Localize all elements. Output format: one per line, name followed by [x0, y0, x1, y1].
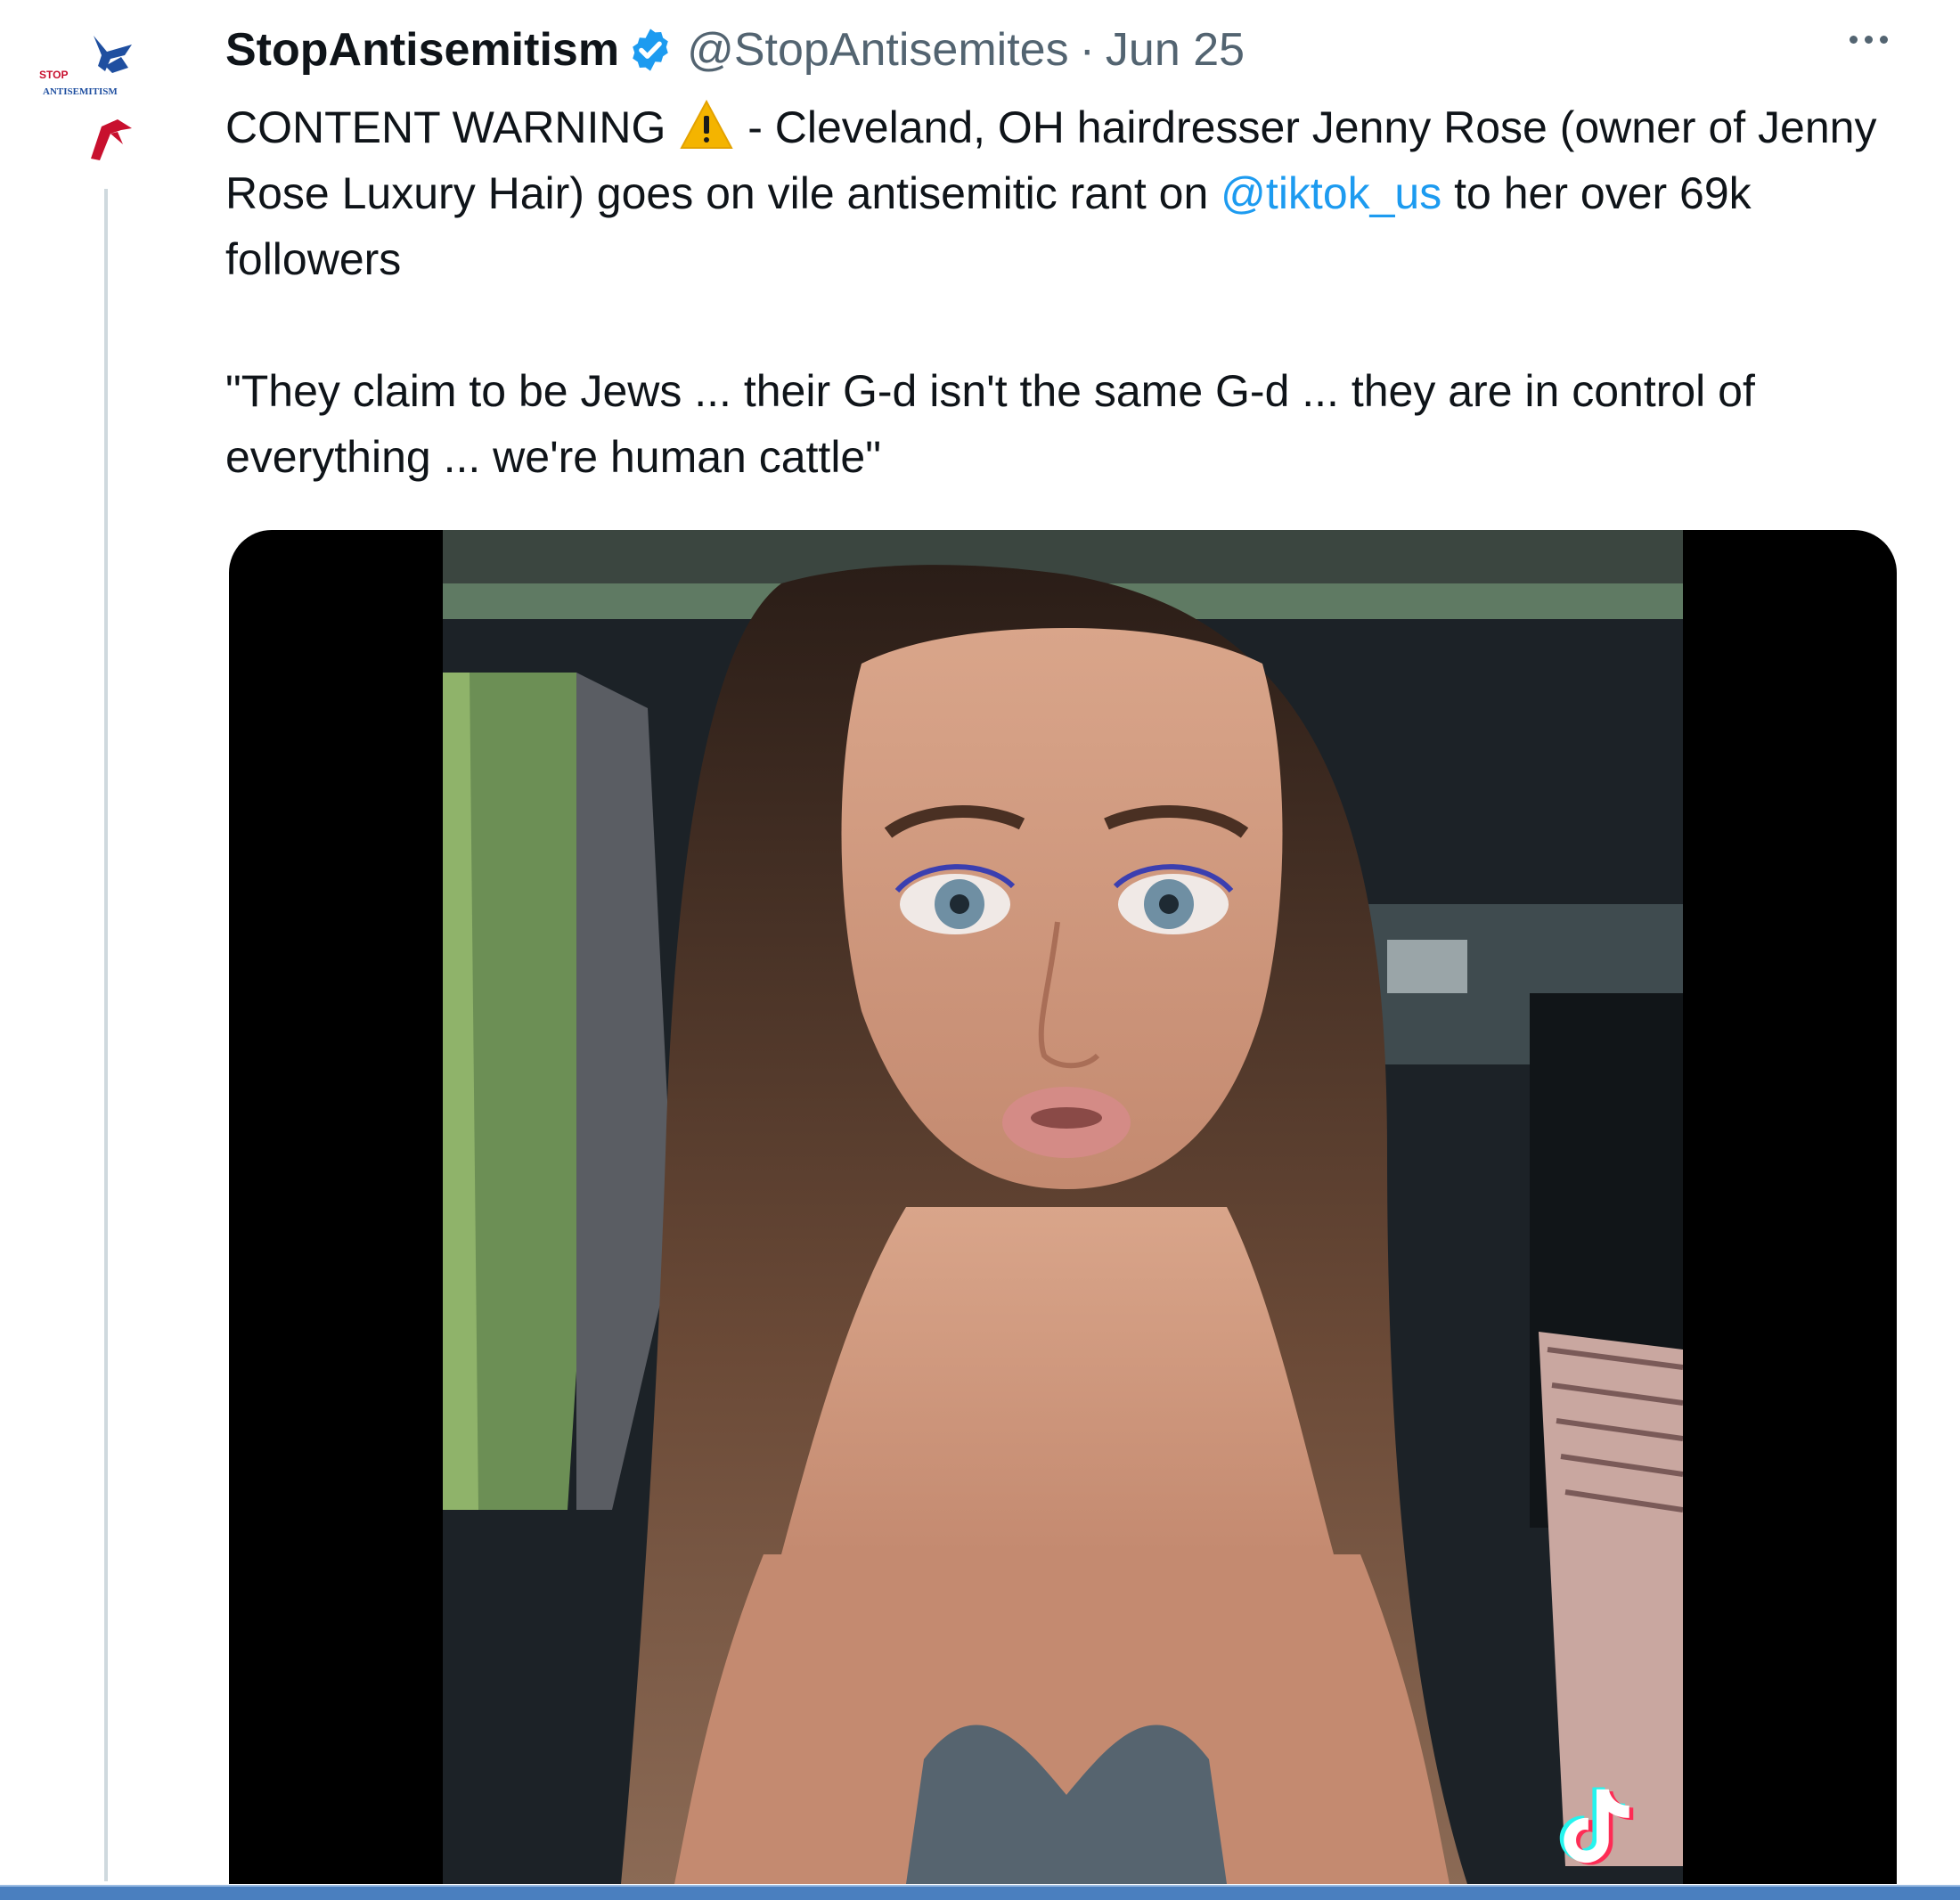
logo-text-bottom: ANTISEMITISM	[43, 86, 118, 97]
tweet-quote: "They claim to be Jews ... their G-d isn…	[225, 366, 1755, 482]
taskbar	[0, 1887, 1960, 1900]
tweet-text-paragraph: CONTENT WARNING - Cleveland, OH hairdres…	[225, 94, 1900, 292]
mention-link[interactable]: @tiktok_us	[1221, 168, 1441, 218]
tweet-text-part1: CONTENT WARNING	[225, 102, 679, 152]
more-options-icon[interactable]	[1833, 12, 1904, 66]
video-still-image	[443, 530, 1683, 1884]
separator-dot: ·	[1079, 24, 1095, 76]
handle[interactable]: @StopAntisemites	[687, 23, 1069, 77]
tiktok-icon	[1548, 1777, 1646, 1875]
warning-icon	[680, 100, 734, 150]
tweet-date[interactable]: Jun 25	[1106, 23, 1245, 77]
tweet-text: CONTENT WARNING - Cleveland, OH hairdres…	[225, 94, 1900, 490]
logo-text-top: STOP	[39, 69, 68, 81]
video-frame	[443, 530, 1683, 1884]
avatar[interactable]: STOP ANTISEMITISM	[36, 27, 178, 169]
verified-badge-icon	[626, 26, 674, 74]
stopantisemitism-logo-icon: STOP ANTISEMITISM	[39, 36, 132, 160]
thread-line	[104, 189, 108, 1881]
video-player[interactable]	[229, 530, 1897, 1884]
display-name[interactable]: StopAntisemitism	[225, 23, 619, 77]
tweet-header: StopAntisemitism @StopAntisemites · Jun …	[225, 21, 1909, 78]
avatar-column: STOP ANTISEMITISM	[0, 0, 214, 1900]
